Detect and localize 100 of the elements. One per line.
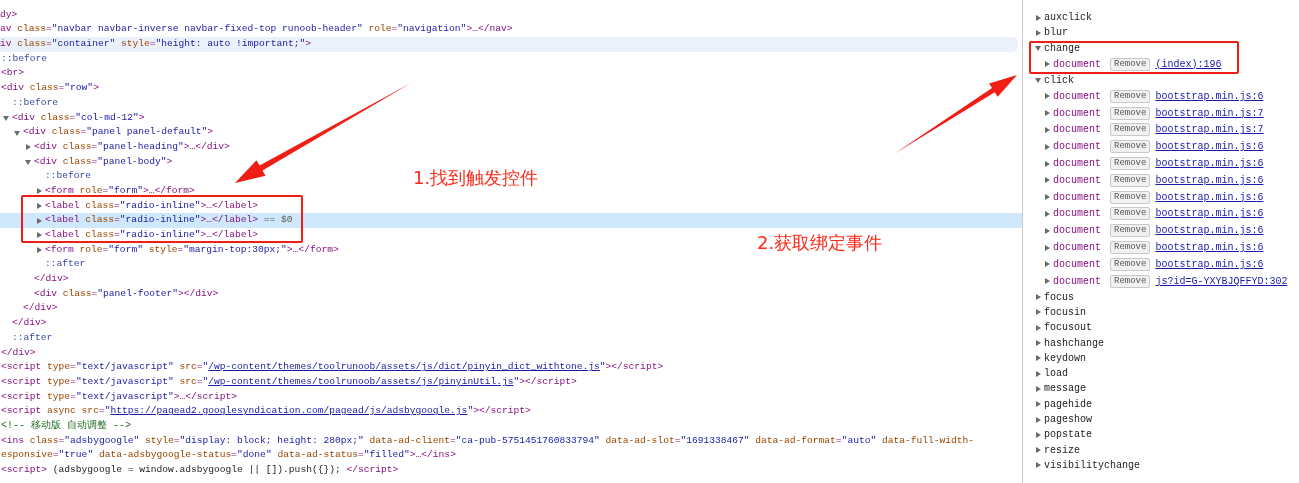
remove-button[interactable]: Remove — [1110, 190, 1151, 204]
expand-arrow-icon[interactable] — [1044, 194, 1050, 201]
remove-button[interactable]: Remove — [1110, 89, 1151, 103]
dom-node[interactable]: <script type="text/javascript" src="/wp-content/themes/toolrunoob/assets/js/dict/pinyin_dict_withtone.js"></script> — [0, 360, 664, 375]
event-name[interactable]: click — [1044, 74, 1074, 86]
dom-node[interactable]: <label class="radio-inline">…</label> — [0, 198, 259, 214]
event-name[interactable]: visibilitychange — [1044, 459, 1140, 471]
expand-arrow-icon[interactable] — [1035, 309, 1041, 316]
expand-arrow-icon[interactable] — [1044, 110, 1050, 117]
remove-button[interactable]: Remove — [1110, 106, 1151, 120]
dom-node[interactable]: ::before — [0, 51, 48, 67]
remove-button[interactable]: Remove — [1110, 257, 1151, 271]
dom-node[interactable]: <div class="panel panel-default"> — [0, 125, 213, 140]
source-link[interactable]: bootstrap.min.js:6 — [1155, 242, 1264, 254]
event-name[interactable]: focusout — [1044, 322, 1092, 334]
expand-arrow-icon[interactable] — [1044, 177, 1050, 184]
expand-arrow-icon[interactable] — [1044, 278, 1050, 285]
expand-arrow-icon[interactable] — [1035, 462, 1041, 469]
dom-node[interactable]: <form role="form" style="margin-top:30px;">…</form> — [0, 242, 339, 258]
expand-arrow-icon[interactable] — [1035, 385, 1041, 392]
remove-button[interactable]: Remove — [1110, 157, 1151, 171]
source-link[interactable]: js?id=G-YXYBJQFFYD:302 — [1155, 275, 1288, 287]
expand-arrow-icon[interactable] — [1035, 401, 1041, 408]
collapse-arrow-icon[interactable] — [1035, 77, 1041, 84]
event-name[interactable]: auxclick — [1044, 12, 1092, 24]
source-link[interactable]: (index):196 — [1155, 58, 1222, 70]
dom-node[interactable]: <form role="form">…</form> — [0, 183, 195, 199]
source-link[interactable]: bootstrap.min.js:6 — [1155, 225, 1264, 237]
expand-arrow-icon[interactable] — [36, 202, 42, 209]
dom-node[interactable]: <script> (adsbygoogle = window.adsbygoogle || []).push({}); </script> — [0, 463, 399, 478]
dom-node[interactable]: iv class="container" style="height: auto !important;"> — [0, 37, 1018, 52]
source-link[interactable]: /wp-content/themes/toolrunoob/assets/js/dict/pinyin_dict_withtone.js — [208, 360, 600, 375]
event-name[interactable]: resize — [1044, 444, 1080, 456]
source-link[interactable]: https://pagead2.googlesyndication.com/pagead/js/adsbygoogle.js — [110, 404, 468, 419]
expand-arrow-icon[interactable] — [36, 247, 42, 254]
expand-arrow-icon[interactable] — [1044, 244, 1050, 251]
dom-node[interactable]: <div class="panel-heading">…</div> — [0, 139, 230, 155]
expand-arrow-icon[interactable] — [36, 217, 42, 224]
collapse-arrow-icon[interactable] — [1035, 45, 1041, 52]
source-link[interactable]: bootstrap.min.js:6 — [1155, 174, 1264, 186]
expand-arrow-icon[interactable] — [1044, 227, 1050, 234]
source-link[interactable]: bootstrap.min.js:6 — [1155, 191, 1264, 203]
expand-arrow-icon[interactable] — [1044, 210, 1050, 217]
collapse-arrow-icon[interactable] — [14, 129, 20, 136]
dom-node[interactable]: ::after — [0, 330, 53, 346]
source-link[interactable]: bootstrap.min.js:6 — [1155, 158, 1264, 170]
source-link[interactable]: bootstrap.min.js:7 — [1155, 107, 1264, 119]
expand-arrow-icon[interactable] — [36, 188, 42, 195]
remove-button[interactable]: Remove — [1110, 224, 1151, 238]
event-name[interactable]: pageshow — [1044, 414, 1092, 426]
dom-node[interactable]: <ins class="adsbygoogle" style="display: block; height: 280px;" data-ad-client="ca-pub-5751451760833794" data-ad-slot="1691338467" data-ad-format="auto" data-full-width- — [0, 433, 975, 449]
dom-node[interactable]: <!-- 移动版 自动调整 --> — [0, 418, 131, 434]
expand-arrow-icon[interactable] — [1035, 294, 1041, 301]
dom-node[interactable]: <script type="text/javascript">…</script> — [0, 389, 238, 405]
dom-node[interactable]: <script type="text/javascript" src="/wp-content/themes/toolrunoob/assets/js/pinyinUtil.js"></script> — [0, 374, 577, 390]
event-name[interactable]: pagehide — [1044, 398, 1092, 410]
expand-arrow-icon[interactable] — [1035, 416, 1041, 423]
source-link[interactable]: bootstrap.min.js:6 — [1155, 258, 1264, 270]
remove-button[interactable]: Remove — [1110, 173, 1151, 187]
dom-node[interactable]: <div class="panel-body"> — [0, 154, 173, 170]
expand-arrow-icon[interactable] — [1035, 355, 1041, 362]
expand-arrow-icon[interactable] — [1044, 261, 1050, 268]
dom-node[interactable]: </div> — [0, 301, 58, 317]
expand-arrow-icon[interactable] — [1035, 29, 1041, 36]
event-name[interactable]: focusin — [1044, 307, 1086, 318]
expand-arrow-icon[interactable] — [36, 232, 42, 239]
dom-node[interactable]: <div class="panel-footer"></div> — [0, 286, 219, 302]
expand-arrow-icon[interactable] — [1035, 340, 1041, 347]
dom-node[interactable]: <br> — [0, 66, 25, 82]
collapse-arrow-icon[interactable] — [3, 114, 9, 121]
expand-arrow-icon[interactable] — [25, 144, 31, 151]
dom-node[interactable]: <div class="row"> — [0, 81, 99, 96]
expand-arrow-icon[interactable] — [1035, 14, 1041, 21]
remove-button[interactable]: Remove — [1110, 207, 1151, 221]
event-name[interactable]: focus — [1044, 291, 1074, 303]
event-name[interactable]: hashchange — [1044, 337, 1104, 349]
remove-button[interactable]: Remove — [1110, 123, 1151, 137]
dom-node[interactable]: av class="navbar navbar-inverse navbar-fixed-top runoob-header" role="navigation">…</nav> — [0, 22, 513, 38]
expand-arrow-icon[interactable] — [1035, 447, 1041, 454]
dom-node[interactable]: </div> — [0, 272, 69, 287]
remove-button[interactable]: Remove — [1110, 140, 1151, 154]
dom-node[interactable]: ::before — [0, 95, 59, 111]
dom-node[interactable]: dy> — [0, 7, 18, 23]
expand-arrow-icon[interactable] — [1044, 143, 1050, 150]
dom-node[interactable]: </div> — [0, 345, 36, 361]
dom-node[interactable]: <label class="radio-inline">…</label> — [0, 228, 259, 243]
event-name[interactable]: change — [1044, 42, 1080, 54]
expand-arrow-icon[interactable] — [1035, 370, 1041, 377]
source-link[interactable]: bootstrap.min.js:6 — [1155, 90, 1264, 102]
expand-arrow-icon[interactable] — [1044, 61, 1050, 68]
event-name[interactable]: popstate — [1044, 429, 1092, 441]
source-link[interactable]: bootstrap.min.js:7 — [1155, 124, 1264, 136]
event-name[interactable]: message — [1044, 383, 1086, 395]
dom-node[interactable]: <label class="radio-inline">…</label> == $0 — [0, 213, 1022, 228]
event-name[interactable]: keydown — [1044, 352, 1086, 364]
remove-button[interactable]: Remove — [1110, 274, 1151, 288]
source-link[interactable]: bootstrap.min.js:6 — [1155, 208, 1264, 220]
dom-node[interactable]: ::after — [0, 257, 86, 273]
expand-arrow-icon[interactable] — [1035, 324, 1041, 331]
source-link[interactable]: /wp-content/themes/toolrunoob/assets/js/pinyinUtil.js — [208, 374, 514, 390]
